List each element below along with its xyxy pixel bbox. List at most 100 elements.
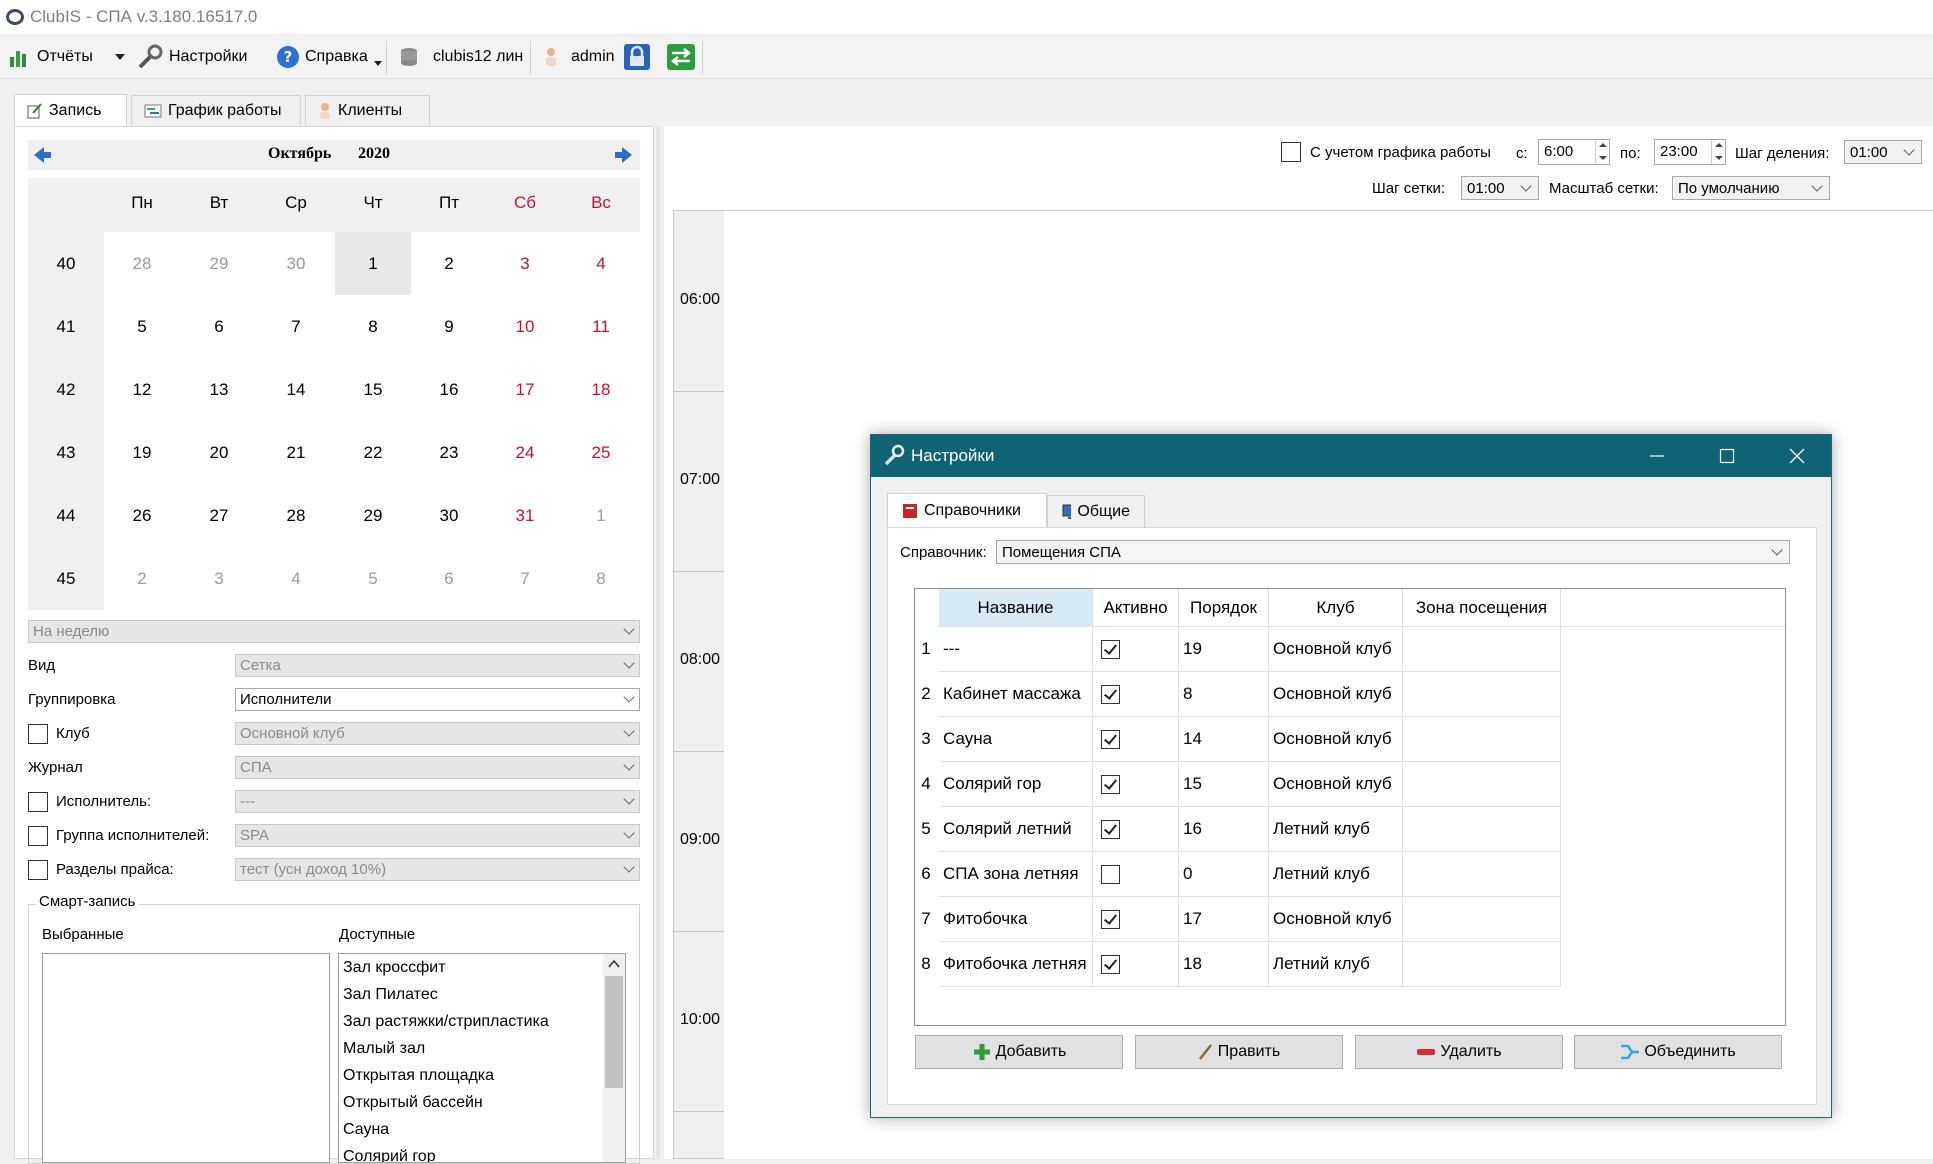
calendar-year[interactable]: 2020 — [358, 145, 390, 163]
active-cell[interactable] — [1093, 807, 1179, 852]
lock-button[interactable] — [623, 43, 651, 71]
list-scrollbar[interactable] — [603, 954, 625, 1162]
row-number[interactable]: 1 — [915, 639, 937, 659]
calendar-day[interactable]: 27 — [181, 484, 257, 547]
active-cell[interactable] — [1093, 672, 1179, 717]
switch-user-button[interactable] — [666, 43, 696, 71]
zone-cell[interactable] — [1403, 807, 1561, 852]
name-cell[interactable]: СПА зона летняя — [939, 852, 1093, 897]
active-checkbox[interactable] — [1101, 774, 1120, 794]
active-cell[interactable] — [1093, 762, 1179, 807]
calendar-day[interactable]: 10 — [487, 295, 563, 358]
list-item[interactable]: Сауна — [343, 1121, 389, 1139]
list-item[interactable]: Малый зал — [343, 1040, 425, 1058]
next-month-button[interactable] — [614, 145, 634, 165]
reports-dropdown-arrow[interactable] — [114, 43, 126, 71]
scrollbar-thumb[interactable] — [605, 976, 623, 1088]
reports-button[interactable]: Отчёты — [8, 43, 93, 71]
from-time-spinner[interactable]: 6:00 — [1538, 139, 1610, 165]
calendar-day[interactable]: 8 — [563, 547, 639, 610]
calendar-day[interactable]: 1 — [563, 484, 639, 547]
calendar-day[interactable]: 2 — [104, 547, 180, 610]
col-header-active[interactable]: Активно — [1093, 589, 1179, 627]
calendar-day[interactable]: 22 — [335, 421, 411, 484]
tab-clients[interactable]: Клиенты — [305, 95, 430, 125]
tab-general[interactable]: Общие — [1047, 495, 1145, 527]
active-checkbox[interactable] — [1101, 729, 1120, 749]
reference-select[interactable]: Помещения СПА — [996, 540, 1790, 564]
club-cell[interactable]: Основной клуб — [1269, 672, 1403, 717]
calendar-day[interactable]: 1 — [335, 232, 411, 295]
list-item[interactable]: Солярий гор — [343, 1148, 436, 1162]
col-header-order[interactable]: Порядок — [1179, 589, 1269, 627]
calendar-day[interactable]: 19 — [104, 421, 180, 484]
calendar-day[interactable]: 14 — [258, 358, 334, 421]
club-cell[interactable]: Летний клуб — [1269, 807, 1403, 852]
calendar-day[interactable]: 6 — [181, 295, 257, 358]
calendar-day[interactable]: 17 — [487, 358, 563, 421]
list-item[interactable]: Зал растяжки/стрипластика — [343, 1013, 549, 1031]
col-header-club[interactable]: Клуб — [1269, 589, 1403, 627]
active-checkbox[interactable] — [1101, 684, 1120, 704]
row-number[interactable]: 8 — [915, 954, 937, 974]
zone-cell[interactable] — [1403, 672, 1561, 717]
available-list[interactable]: Зал кроссфит Зал Пилатес Зал растяжки/ст… — [338, 953, 626, 1163]
active-cell[interactable] — [1093, 897, 1179, 942]
row-number[interactable]: 4 — [915, 774, 937, 794]
calendar-day[interactable]: 7 — [258, 295, 334, 358]
calendar-day[interactable]: 11 — [563, 295, 639, 358]
club-cell[interactable]: Основной клуб — [1269, 762, 1403, 807]
name-cell[interactable]: Сауна — [939, 717, 1093, 762]
zone-cell[interactable] — [1403, 717, 1561, 762]
tab-work-schedule[interactable]: График работы — [131, 95, 301, 125]
merge-button[interactable]: Объединить — [1574, 1035, 1782, 1069]
calendar-day[interactable]: 13 — [181, 358, 257, 421]
maximize-button[interactable] — [1693, 435, 1761, 477]
name-cell[interactable]: Кабинет массажа — [939, 672, 1093, 717]
database-button[interactable]: clubis12 лин — [398, 43, 523, 71]
minimize-button[interactable] — [1623, 435, 1691, 477]
col-header-zone[interactable]: Зона посещения — [1403, 589, 1561, 627]
order-cell[interactable]: 15 — [1179, 762, 1269, 807]
calendar-day[interactable]: 8 — [335, 295, 411, 358]
order-cell[interactable]: 14 — [1179, 717, 1269, 762]
zone-cell[interactable] — [1403, 627, 1561, 672]
calendar-day[interactable]: 24 — [487, 421, 563, 484]
club-cell[interactable]: Основной клуб — [1269, 627, 1403, 672]
calendar-day[interactable]: 15 — [335, 358, 411, 421]
zone-cell[interactable] — [1403, 852, 1561, 897]
calendar-day[interactable]: 26 — [104, 484, 180, 547]
row-number[interactable]: 2 — [915, 684, 937, 704]
user-button[interactable]: admin — [542, 43, 615, 71]
row-number[interactable]: 5 — [915, 819, 937, 839]
calendar-day[interactable]: 25 — [563, 421, 639, 484]
row-number[interactable]: 3 — [915, 729, 937, 749]
calendar-day[interactable]: 30 — [258, 232, 334, 295]
active-cell[interactable] — [1093, 717, 1179, 762]
calendar-day[interactable]: 3 — [181, 547, 257, 610]
active-checkbox[interactable] — [1101, 909, 1120, 929]
calendar-day[interactable]: 5 — [104, 295, 180, 358]
prev-month-button[interactable] — [32, 145, 52, 165]
add-button[interactable]: Добавить — [915, 1035, 1123, 1069]
list-item[interactable]: Открытый бассейн — [343, 1094, 483, 1112]
selected-list[interactable] — [42, 953, 330, 1163]
club-checkbox[interactable] — [28, 724, 48, 744]
spin-up-icon[interactable] — [1595, 140, 1609, 152]
calendar-day[interactable]: 18 — [563, 358, 639, 421]
list-item[interactable]: Открытая площадка — [343, 1067, 494, 1085]
club-cell[interactable]: Основной клуб — [1269, 897, 1403, 942]
references-table[interactable]: Название Активно Порядок Клуб Зона посещ… — [914, 588, 1786, 1026]
order-cell[interactable]: 16 — [1179, 807, 1269, 852]
grid-step-select[interactable]: 01:00 — [1461, 176, 1539, 200]
edit-button[interactable]: Править — [1135, 1035, 1343, 1069]
grid-scale-select[interactable]: По умолчанию — [1672, 176, 1830, 200]
panel-splitter[interactable] — [656, 126, 660, 1159]
order-cell[interactable]: 17 — [1179, 897, 1269, 942]
calendar-day[interactable]: 20 — [181, 421, 257, 484]
club-cell[interactable]: Летний клуб — [1269, 942, 1403, 987]
calendar-day[interactable]: 7 — [487, 547, 563, 610]
scroll-up-icon[interactable] — [608, 960, 620, 968]
calendar-day[interactable]: 12 — [104, 358, 180, 421]
spin-up-icon[interactable] — [1711, 140, 1725, 152]
